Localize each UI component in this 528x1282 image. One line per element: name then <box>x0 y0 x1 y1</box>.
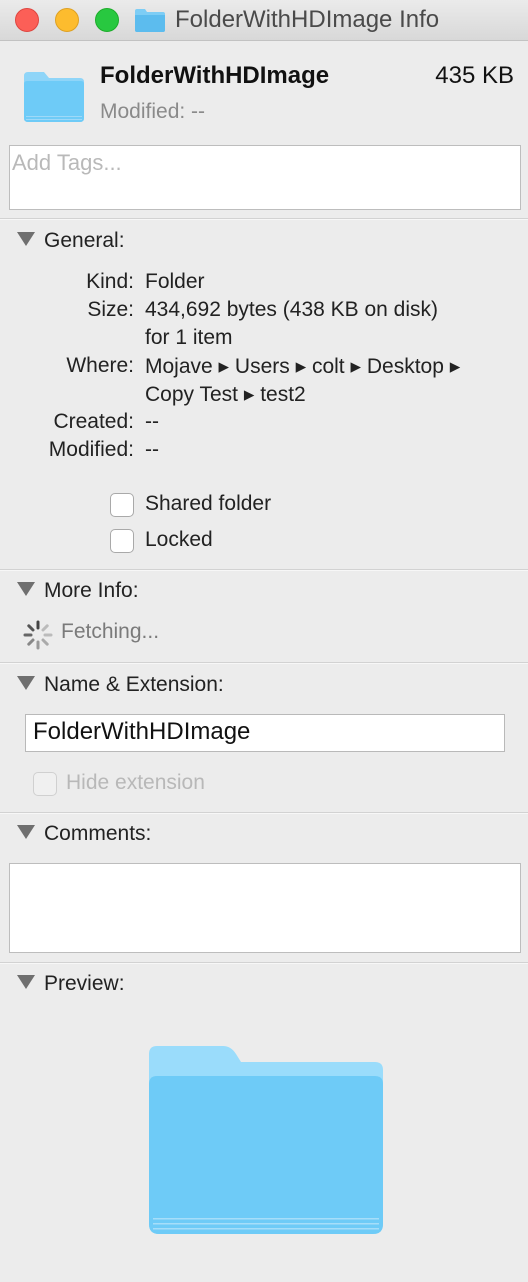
section-name-extension-toggle[interactable]: Name & Extension: <box>17 673 224 697</box>
where-path-continued: Copy Test ▸ test2 <box>145 383 306 406</box>
shared-folder-checkbox[interactable] <box>110 493 134 517</box>
disclosure-triangle-icon[interactable] <box>17 676 35 690</box>
where-path: Mojave ▸ Users ▸ colt ▸ Desktop ▸ <box>145 355 461 378</box>
disclosure-triangle-icon[interactable] <box>17 825 35 839</box>
created-label: Created: <box>53 410 134 433</box>
section-title: Preview: <box>44 972 125 995</box>
disclosure-triangle-icon[interactable] <box>17 975 35 989</box>
divider <box>0 569 528 570</box>
shared-folder-label[interactable]: Shared folder <box>145 492 271 516</box>
modified-value: -- <box>145 438 159 461</box>
where-label: Where: <box>66 354 134 377</box>
tags-field[interactable]: Add Tags... <box>9 145 521 210</box>
section-title: Comments: <box>44 822 152 845</box>
divider <box>0 218 528 219</box>
section-title: Name & Extension: <box>44 673 224 696</box>
modified-label: Modified: <box>48 438 134 461</box>
disclosure-triangle-icon[interactable] <box>17 232 35 246</box>
folder-icon <box>135 9 165 32</box>
file-size: 435 KB <box>435 62 514 89</box>
divider <box>0 662 528 663</box>
name-input[interactable]: FolderWithHDImage <box>25 714 505 752</box>
size-label: Size: <box>87 298 134 321</box>
kind-label: Kind: <box>86 270 134 293</box>
section-preview-toggle[interactable]: Preview: <box>17 972 125 996</box>
section-general-toggle[interactable]: General: <box>17 229 125 253</box>
disclosure-triangle-icon[interactable] <box>17 582 35 596</box>
close-button[interactable] <box>15 8 39 32</box>
section-title: More Info: <box>44 579 139 602</box>
comments-textarea[interactable] <box>9 863 521 953</box>
hide-extension-label[interactable]: Hide extension <box>66 771 205 795</box>
hide-extension-checkbox[interactable] <box>33 772 57 796</box>
created-value: -- <box>145 410 159 433</box>
folder-preview-icon <box>149 1046 383 1234</box>
title-bar: FolderWithHDImage Info <box>0 0 528 41</box>
fetching-status: Fetching... <box>61 620 160 643</box>
section-more-info-toggle[interactable]: More Info: <box>17 579 139 603</box>
divider <box>0 962 528 963</box>
file-name: FolderWithHDImage <box>100 62 330 89</box>
divider <box>0 812 528 813</box>
size-value: 434,692 bytes (438 KB on disk) <box>145 298 439 321</box>
modified-summary: Modified: -- <box>100 100 206 123</box>
kind-value: Folder <box>145 270 205 293</box>
window-title: FolderWithHDImage Info <box>175 6 440 33</box>
section-title: General: <box>44 229 125 252</box>
folder-icon <box>24 72 84 122</box>
size-value-items: for 1 item <box>145 326 233 349</box>
locked-checkbox[interactable] <box>110 529 134 553</box>
minimize-button[interactable] <box>55 8 79 32</box>
zoom-button[interactable] <box>95 8 119 32</box>
spinner-icon <box>23 620 53 650</box>
section-comments-toggle[interactable]: Comments: <box>17 822 151 846</box>
locked-label[interactable]: Locked <box>145 528 213 552</box>
